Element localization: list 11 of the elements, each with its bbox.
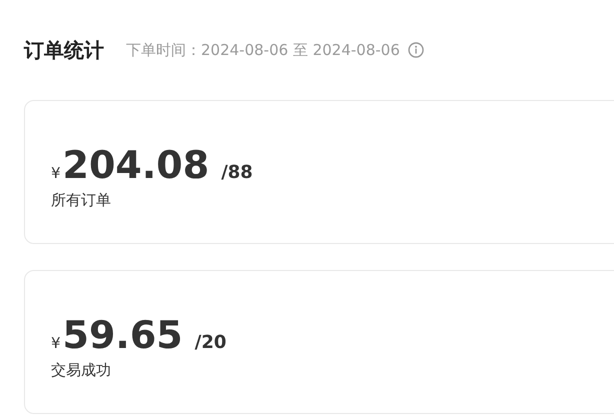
section-title: 订单统计 [24, 37, 104, 64]
date-range-text: 下单时间：2024-08-06 至 2024-08-06 [126, 40, 400, 61]
amount-value: 204.08 [62, 143, 210, 187]
amount-value: 59.65 [62, 313, 183, 357]
card-label: 所有订单 [51, 190, 111, 211]
info-icon[interactable] [408, 42, 424, 58]
card-label: 交易成功 [51, 360, 111, 381]
currency-symbol: ¥ [51, 333, 61, 354]
currency-symbol: ¥ [51, 163, 61, 184]
order-count: /20 [194, 331, 226, 355]
order-count: /88 [221, 161, 253, 185]
